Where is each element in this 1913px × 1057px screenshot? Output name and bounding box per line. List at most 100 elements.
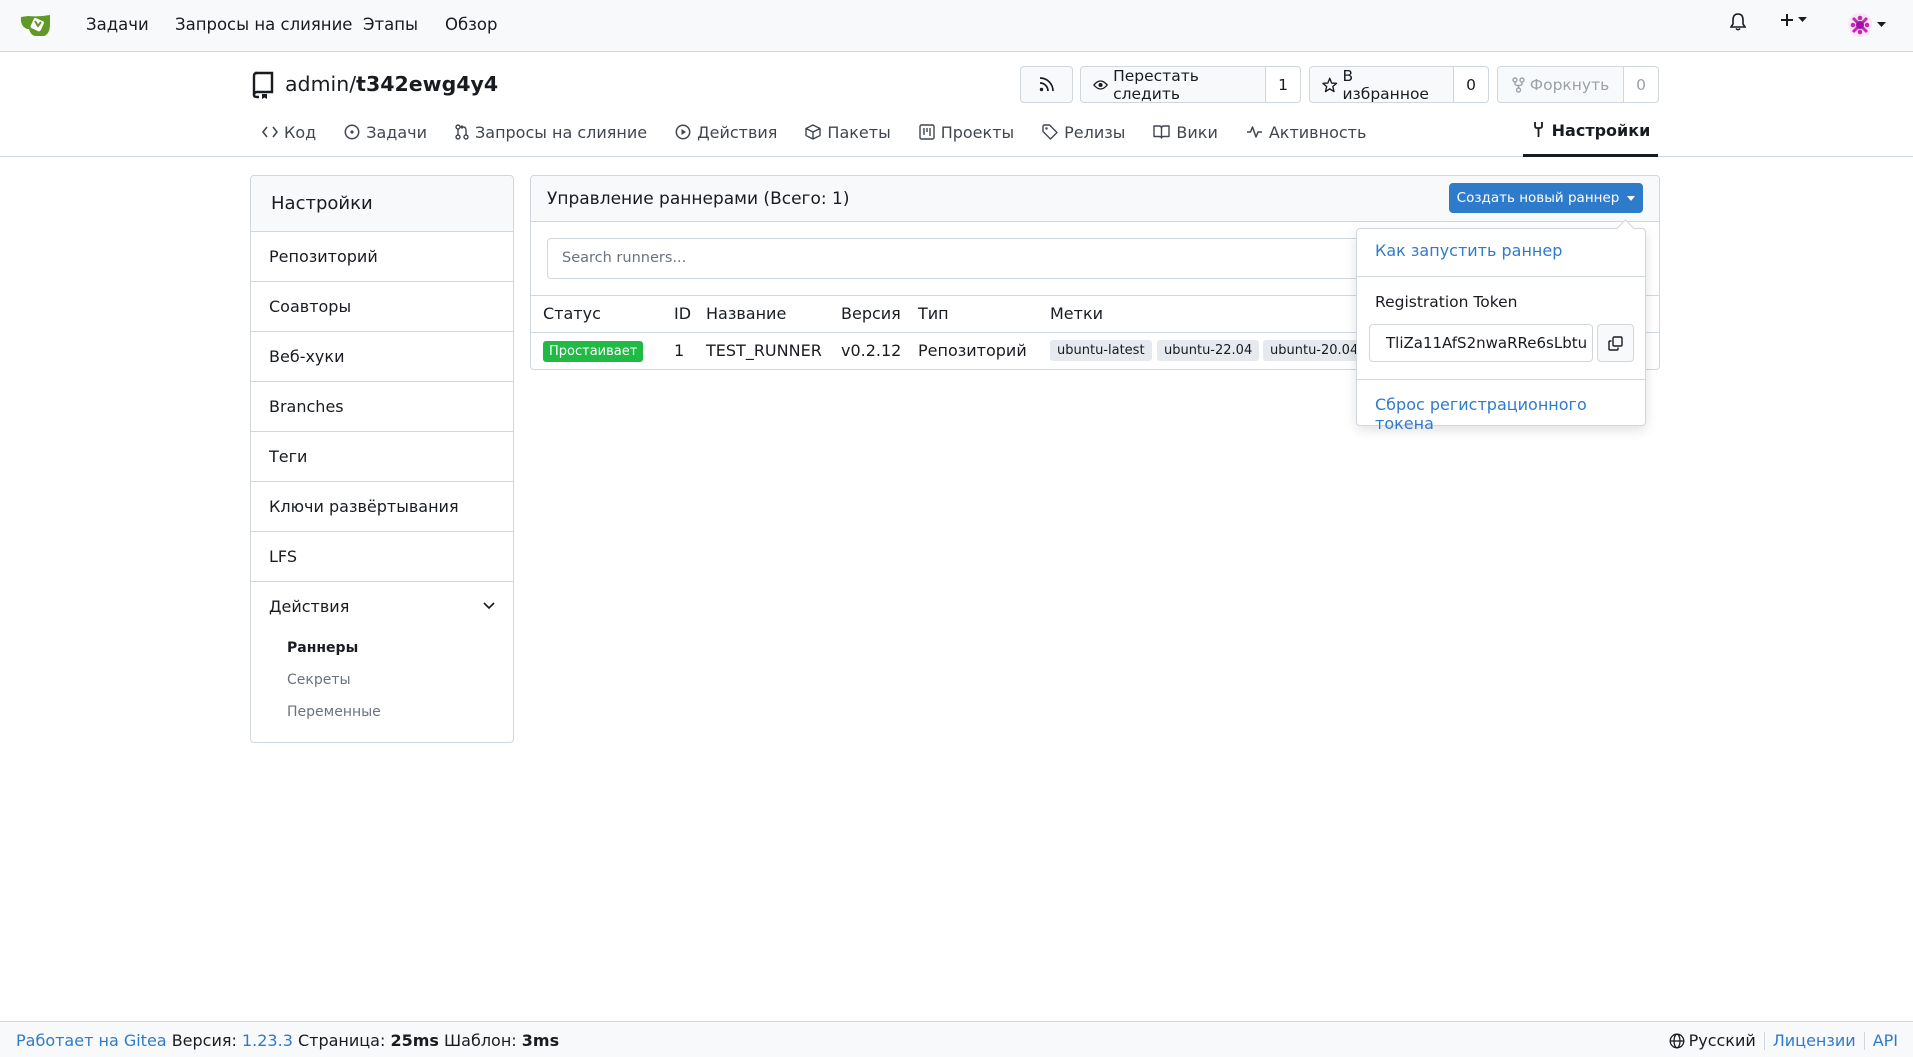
play-icon [675, 124, 691, 140]
sidebar-item-actions-label: Действия [269, 597, 350, 616]
divider [1863, 1031, 1865, 1050]
tab-actions[interactable]: Действия [675, 119, 777, 157]
avatar [1848, 13, 1872, 37]
nav-issues[interactable]: Задачи [86, 15, 149, 34]
fork-count[interactable]: 0 [1623, 67, 1658, 102]
repo-name-link[interactable]: t342ewg4y4 [356, 72, 498, 96]
project-icon [919, 124, 935, 140]
repo-tabs: Код Задачи Запросы на слияние Действия П… [262, 119, 1394, 157]
tag-icon [1042, 124, 1058, 140]
tab-pulls[interactable]: Запросы на слияние [455, 119, 647, 157]
fork-label: Форкнуть [1529, 75, 1610, 94]
column-labels: Метки [1050, 304, 1104, 323]
how-to-run-link[interactable]: Как запустить раннер [1375, 241, 1562, 260]
search-input[interactable]: Search runners... [547, 238, 1447, 279]
tab-pulls-label: Запросы на слияние [475, 122, 648, 142]
sidebar-item-collaborators[interactable]: Соавторы [251, 282, 513, 332]
language-selector[interactable]: Русский [1689, 1031, 1756, 1050]
nav-explore[interactable]: Обзор [445, 15, 498, 34]
create-runner-button[interactable]: Создать новый раннер [1449, 183, 1643, 213]
page-time: 25ms [390, 1031, 439, 1050]
book-icon [1153, 125, 1171, 139]
api-link[interactable]: API [1873, 1031, 1898, 1050]
watch-button[interactable]: Перестать следить [1081, 67, 1265, 103]
nav-milestones[interactable]: Этапы [363, 15, 418, 34]
tab-activity[interactable]: Активность [1246, 119, 1367, 157]
divider [1763, 1031, 1765, 1050]
repo-owner-link[interactable]: admin [285, 72, 349, 96]
footer: Работает на Gitea Версия: 1.23.3 Страниц… [0, 1021, 1913, 1057]
fork-button[interactable]: Форкнуть [1498, 67, 1623, 102]
pulse-icon [1246, 126, 1262, 138]
fork-icon [1512, 76, 1525, 93]
star-button-group: В избранное 0 [1309, 66, 1489, 103]
template-time-label: Шаблон: [444, 1031, 517, 1050]
create-menu[interactable] [1780, 13, 1807, 27]
nav-pulls[interactable]: Запросы на слияние [175, 15, 352, 34]
star-label: В избранное [1342, 66, 1429, 103]
watch-count[interactable]: 1 [1265, 67, 1300, 102]
tools-icon [1533, 122, 1543, 137]
sidebar-item-tags[interactable]: Теги [251, 432, 513, 482]
registration-token-field[interactable]: TliZa11AfS2nwaRRe6sLbtu [1369, 324, 1593, 362]
tab-settings[interactable]: Настройки [1523, 119, 1658, 157]
column-status[interactable]: Статус [543, 304, 601, 323]
sidebar-subitem-runners[interactable]: Раннеры [251, 632, 513, 664]
sidebar-item-repository[interactable]: Репозиторий [251, 232, 513, 282]
globe-icon [1669, 1033, 1685, 1048]
rss-button[interactable] [1020, 66, 1073, 103]
tab-issues-label: Задачи [366, 122, 427, 142]
sidebar-subitem-variables[interactable]: Переменные [251, 696, 513, 728]
version-link[interactable]: 1.23.3 [242, 1031, 293, 1050]
column-name[interactable]: Название [706, 304, 786, 323]
user-menu[interactable] [1847, 12, 1886, 38]
tab-settings-label: Настройки [1551, 121, 1651, 140]
copy-token-button[interactable] [1597, 324, 1634, 362]
tab-releases[interactable]: Релизы [1042, 119, 1125, 157]
tab-packages-label: Пакеты [827, 122, 891, 142]
sidebar-item-branches[interactable]: Branches [251, 382, 513, 432]
tab-code[interactable]: Код [262, 119, 316, 157]
eye-icon [1093, 79, 1109, 90]
tab-activity-label: Активность [1268, 122, 1367, 142]
tab-projects[interactable]: Проекты [919, 119, 1014, 157]
top-navbar: Задачи Запросы на слияние Этапы Обзор [0, 0, 1913, 52]
watch-button-group: Перестать следить 1 [1080, 66, 1301, 103]
column-type[interactable]: Тип [918, 304, 949, 323]
column-version[interactable]: Версия [841, 304, 901, 323]
star-button[interactable]: В избранное [1310, 66, 1453, 103]
star-count[interactable]: 0 [1453, 67, 1488, 102]
chevron-down-icon [483, 602, 495, 610]
status-badge: Простаивает [543, 341, 644, 362]
sidebar-item-lfs[interactable]: LFS [251, 532, 513, 582]
tab-issues[interactable]: Задачи [344, 119, 427, 157]
runner-version: v0.2.12 [841, 341, 902, 360]
divider [1357, 276, 1645, 277]
bell-icon[interactable] [1730, 13, 1746, 31]
version-label: Версия: [171, 1031, 237, 1050]
tab-releases-label: Релизы [1064, 122, 1126, 142]
settings-sidebar: Настройки Репозиторий Соавторы Веб-хуки … [250, 175, 514, 743]
tab-wiki[interactable]: Вики [1153, 119, 1218, 157]
star-icon [1322, 77, 1338, 92]
sidebar-subitem-secrets[interactable]: Секреты [251, 664, 513, 696]
pull-request-icon [455, 124, 469, 140]
footer-info: Работает на Gitea Версия: 1.23.3 Страниц… [16, 1031, 559, 1050]
runner-type: Репозиторий [918, 341, 1027, 360]
repo-icon [251, 71, 275, 99]
tab-wiki-label: Вики [1176, 122, 1218, 142]
runner-id: 1 [674, 341, 685, 360]
reset-token-link[interactable]: Сброс регистрационного токена [1375, 395, 1645, 433]
column-id[interactable]: ID [674, 304, 691, 323]
sidebar-item-webhooks[interactable]: Веб-хуки [251, 332, 513, 382]
powered-by-link[interactable]: Работает на Gitea [16, 1031, 167, 1050]
gitea-logo-icon[interactable] [19, 12, 52, 38]
licenses-link[interactable]: Лицензии [1773, 1031, 1856, 1050]
sidebar-item-actions[interactable]: Действия [251, 582, 513, 632]
issue-icon [344, 124, 360, 140]
runner-label: ubuntu-22.04 [1157, 340, 1260, 361]
tab-packages[interactable]: Пакеты [805, 119, 891, 157]
code-icon [262, 126, 278, 138]
repo-title: admin/t342ewg4y4 [285, 72, 498, 96]
sidebar-item-deploy-keys[interactable]: Ключи развёртывания [251, 482, 513, 532]
